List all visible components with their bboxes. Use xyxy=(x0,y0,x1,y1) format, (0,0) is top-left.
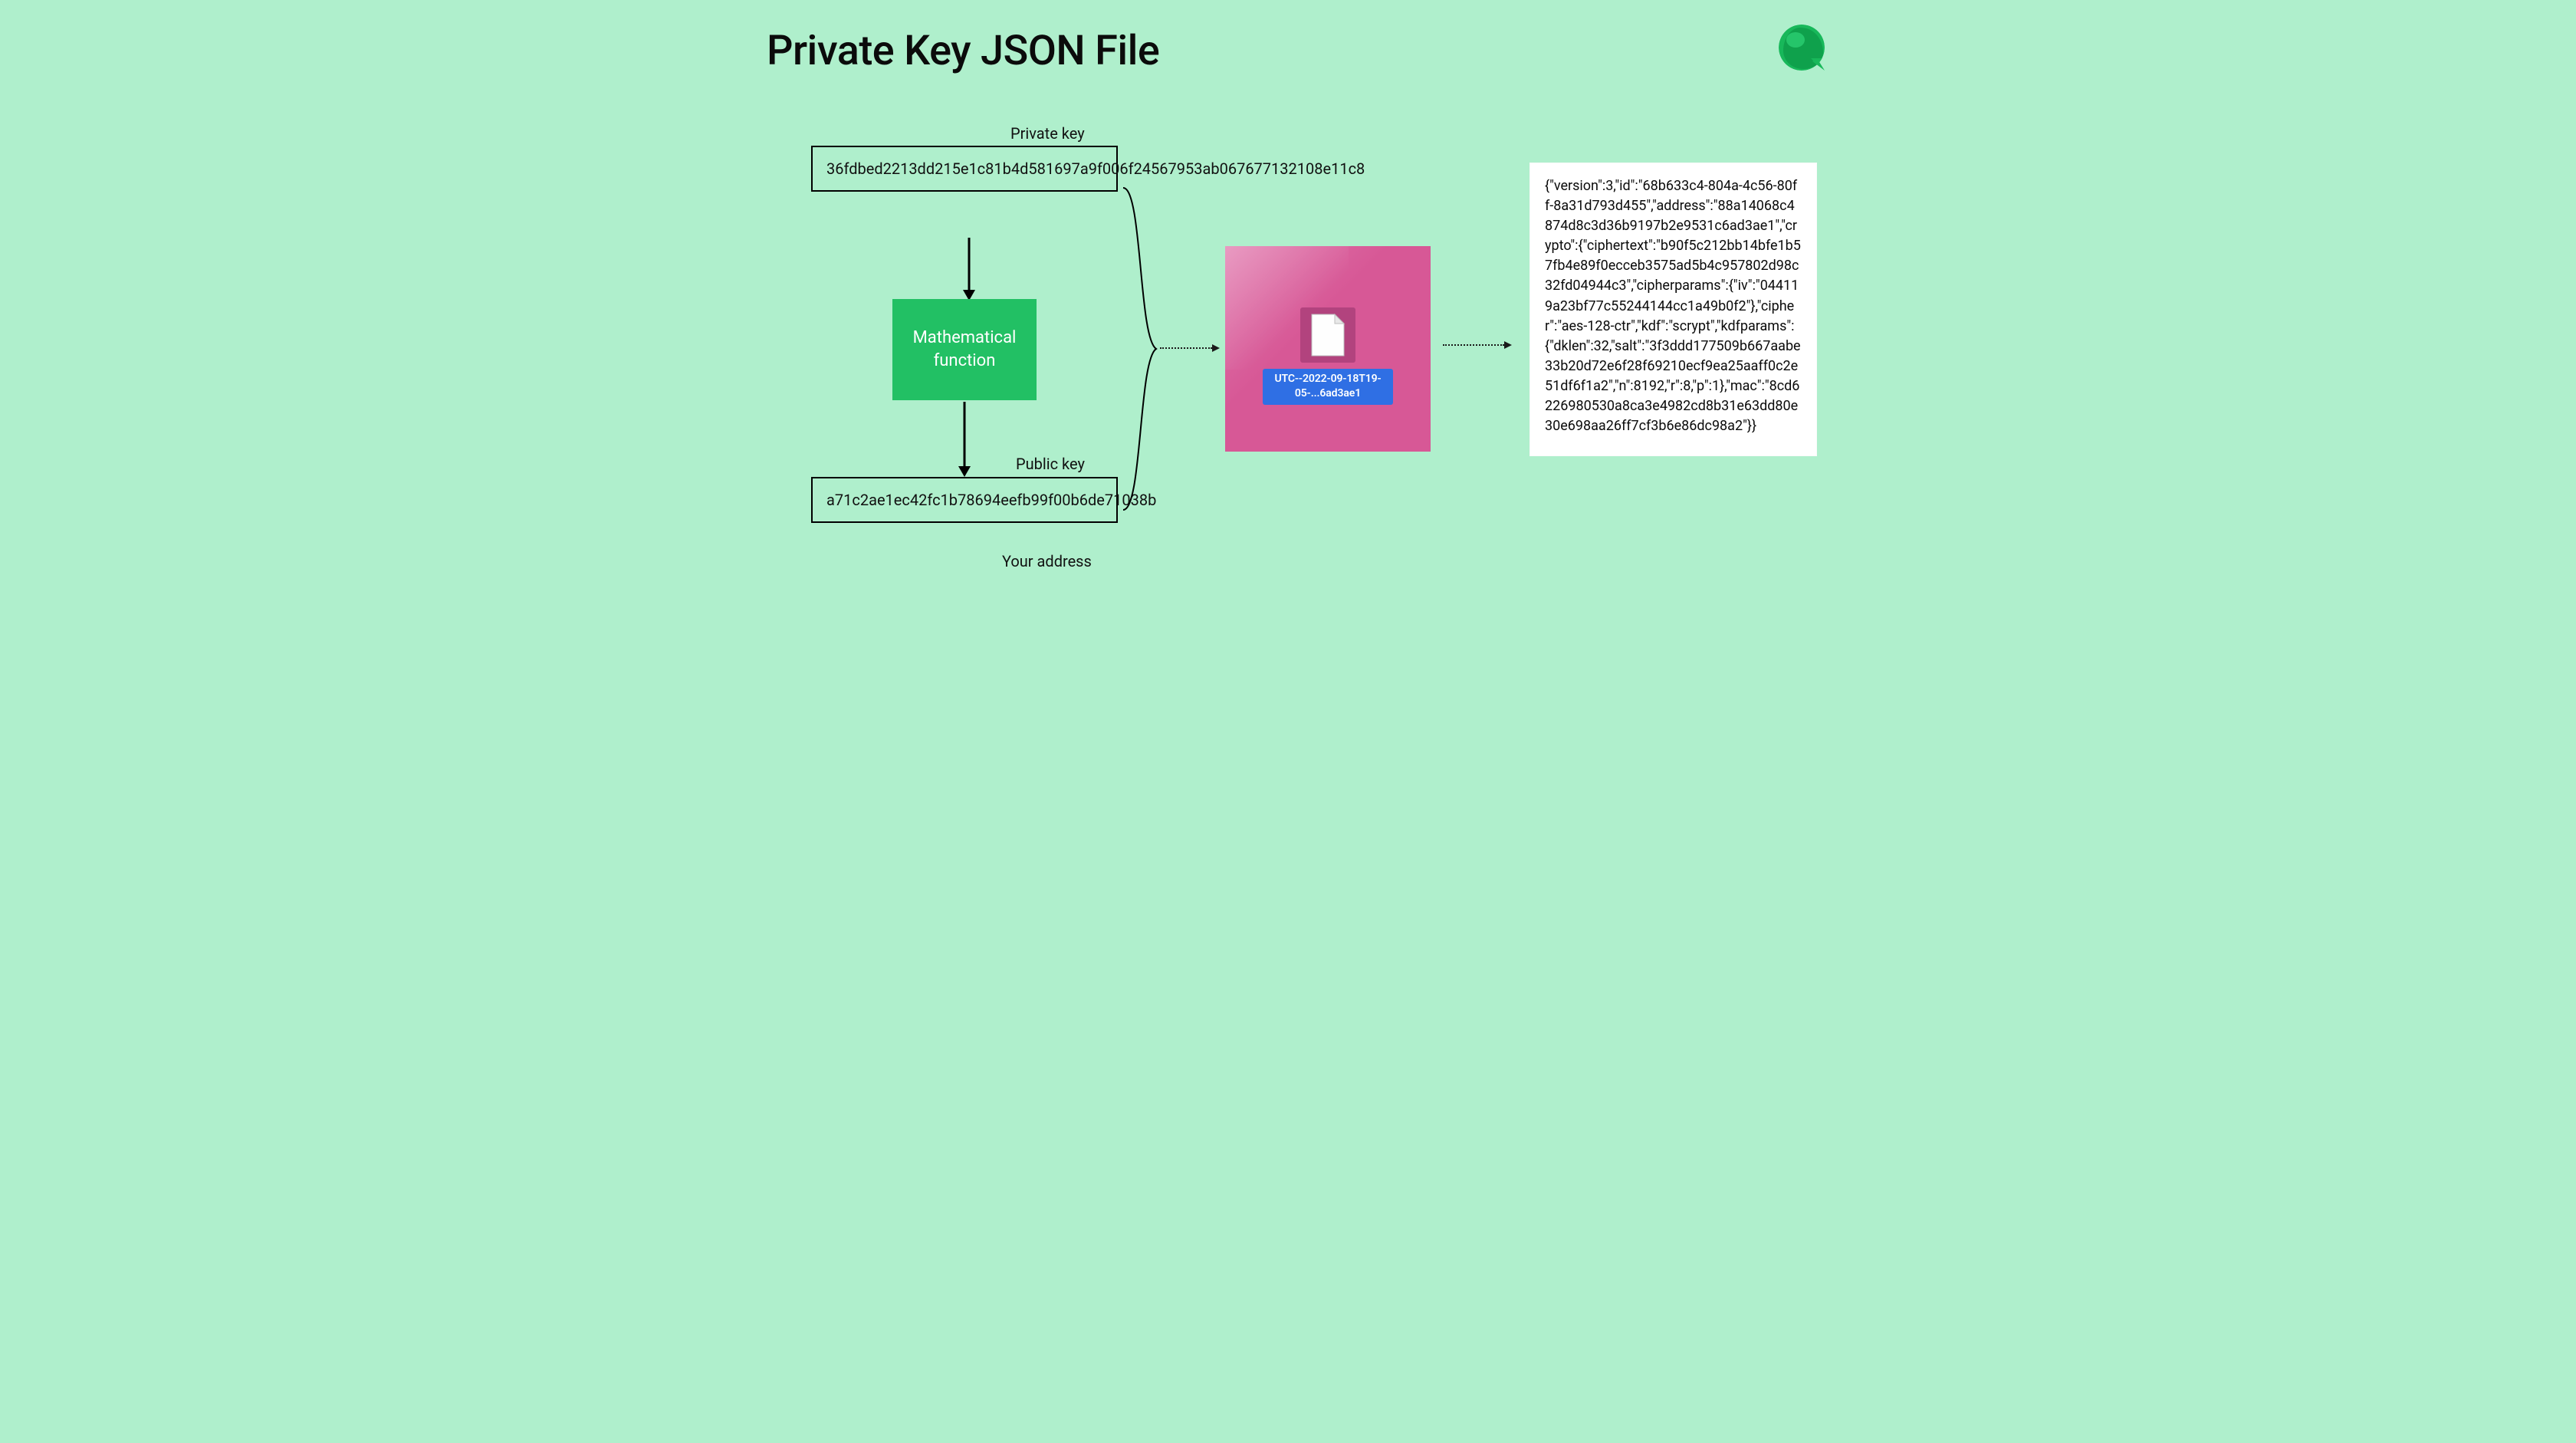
file-name: UTC--2022-09-18T19-05-...6ad3ae1 xyxy=(1263,369,1393,405)
private-key-label: Private key xyxy=(1010,124,1085,143)
your-address-label: Your address xyxy=(1002,552,1092,570)
arrow-down-icon xyxy=(958,402,971,478)
brace-icon xyxy=(1119,184,1158,514)
math-function-box: Mathematical function xyxy=(892,299,1037,400)
brand-logo xyxy=(1777,23,1826,72)
file-icon xyxy=(1310,313,1346,357)
dotted-arrow-icon xyxy=(1160,347,1212,349)
desktop-preview: UTC--2022-09-18T19-05-...6ad3ae1 xyxy=(1225,246,1431,452)
arrow-down-icon xyxy=(963,238,975,302)
json-content-box: {"version":3,"id":"68b633c4-804a-4c56-80… xyxy=(1530,163,1817,456)
slide: Private Key JSON File Private key 36fdbe… xyxy=(713,0,1863,644)
public-key-label: Public key xyxy=(1016,455,1085,473)
public-key-box: a71c2ae1ec42fc1b78694eefb99f00b6de71038b xyxy=(811,477,1118,523)
private-key-box: 36fdbed2213dd215e1c81b4d581697a9f006f245… xyxy=(811,146,1118,192)
file-icon-selection xyxy=(1300,307,1355,363)
page-title: Private Key JSON File xyxy=(767,27,1159,75)
dotted-arrow-icon xyxy=(1443,344,1504,346)
